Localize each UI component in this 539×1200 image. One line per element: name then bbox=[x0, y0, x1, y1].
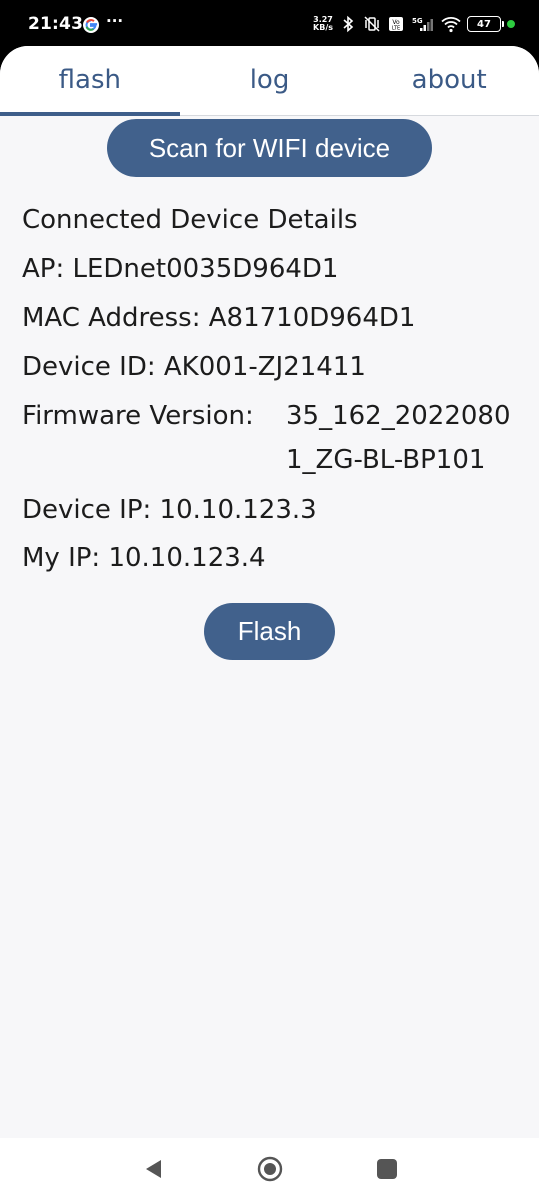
net-speed: 3.27 KB/s bbox=[313, 16, 333, 32]
privacy-indicator-dot bbox=[507, 20, 515, 28]
svg-text:5G: 5G bbox=[412, 17, 423, 25]
wifi-icon bbox=[441, 17, 461, 33]
app-window: flash log about Scan for WIFI device Con… bbox=[0, 46, 539, 1138]
google-icon bbox=[83, 17, 99, 33]
more-notifications-icon: ··· bbox=[106, 12, 124, 30]
tab-log[interactable]: log bbox=[180, 46, 360, 115]
volte-icon: Vo LTE bbox=[389, 17, 403, 32]
scan-wifi-button[interactable]: Scan for WIFI device bbox=[107, 119, 432, 177]
tab-flash[interactable]: flash bbox=[0, 46, 180, 116]
tab-bar: flash log about bbox=[0, 46, 539, 116]
bluetooth-icon bbox=[343, 15, 354, 33]
firmware-label: Firmware Version: bbox=[22, 401, 254, 431]
status-time: 21:43 bbox=[28, 14, 84, 34]
flash-button[interactable]: Flash bbox=[204, 603, 335, 660]
tab-about[interactable]: about bbox=[359, 46, 539, 115]
ap-row: AP: LEDnet0035D964D1 bbox=[22, 254, 339, 284]
my-ip-row: My IP: 10.10.123.4 bbox=[22, 543, 266, 573]
status-icons: 3.27 KB/s Vo LTE 5G 47 bbox=[313, 11, 515, 37]
vibrate-off-icon bbox=[364, 16, 380, 32]
recent-apps-icon[interactable] bbox=[377, 1159, 397, 1179]
details-heading: Connected Device Details bbox=[22, 205, 358, 235]
net-speed-unit: KB/s bbox=[313, 23, 333, 32]
svg-text:LTE: LTE bbox=[392, 26, 400, 32]
device-id-row: Device ID: AK001-ZJ21411 bbox=[22, 352, 366, 382]
firmware-value: 35_162_20220801_ZG-BL-BP101 bbox=[286, 401, 511, 475]
home-icon[interactable] bbox=[257, 1156, 283, 1182]
status-bar: 21:43 ··· 3.27 KB/s Vo LTE 5G 47 bbox=[0, 0, 539, 48]
5g-signal-icon: 5G bbox=[412, 17, 433, 31]
device-ip-row: Device IP: 10.10.123.3 bbox=[22, 495, 317, 525]
mac-row: MAC Address: A81710D964D1 bbox=[22, 303, 416, 333]
battery-icon: 47 bbox=[467, 16, 504, 32]
back-icon[interactable] bbox=[143, 1158, 163, 1180]
navigation-bar bbox=[0, 1138, 539, 1200]
